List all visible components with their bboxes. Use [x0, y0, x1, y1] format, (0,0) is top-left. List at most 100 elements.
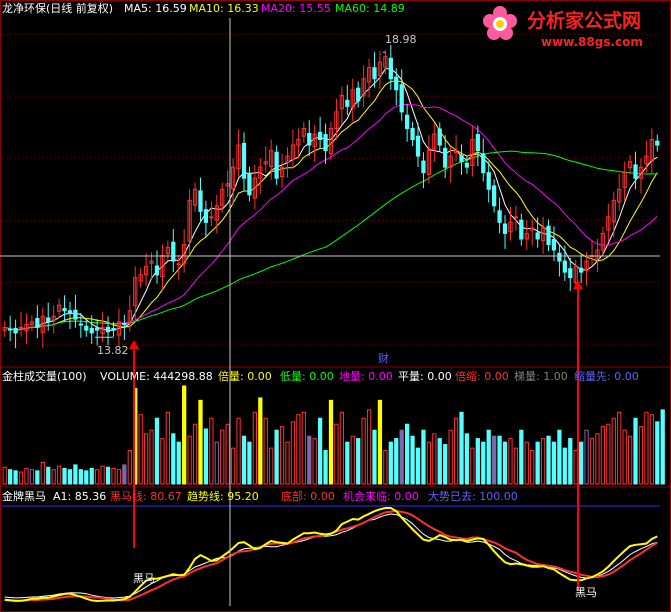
volume-bar [165, 411, 170, 485]
candle-body [307, 132, 312, 146]
volume-bar [513, 447, 519, 485]
candle-body [274, 151, 279, 179]
ladder-volume-label: 梯量: 1.00 [514, 370, 568, 383]
ma5-label: MA5: 16.59 [124, 2, 187, 15]
candle-body [497, 210, 502, 223]
candle-body [122, 322, 127, 326]
volume-bar [225, 423, 230, 485]
candle-body [73, 309, 78, 320]
volume-bar [290, 421, 296, 485]
candle-body [492, 185, 497, 207]
volume-bar [606, 423, 611, 485]
volume-bar [203, 428, 209, 485]
flat-volume-label: 平量: 0.00 [398, 370, 452, 383]
candle-body [394, 76, 399, 91]
candle-body [46, 317, 51, 323]
candlestick-series [2, 45, 660, 349]
volume-bar [443, 444, 448, 485]
volume-bar [627, 435, 633, 485]
volume-bar [100, 465, 105, 485]
ma60-line [4, 150, 658, 331]
candle-body [209, 216, 214, 219]
candle-body [372, 67, 377, 80]
volume-bar [535, 441, 540, 485]
volume-bar [350, 435, 355, 485]
opportunity-label: 机会来临: 0.00 [343, 489, 419, 503]
volume-bar [562, 447, 567, 485]
candle-body [535, 232, 540, 240]
volume-bar [209, 417, 214, 485]
volume-bar [220, 429, 225, 485]
volume-bar [568, 438, 573, 485]
volume-bar [95, 469, 100, 485]
volume-bar [84, 470, 89, 485]
candle-body [345, 99, 350, 107]
a1-label: A1: 85.36 [53, 490, 106, 503]
volume-bar [426, 441, 432, 485]
stock-chart[interactable]: 龙净环保(日线 前复权) MA5: 16.59 MA10: 16.33 MA20… [0, 0, 671, 612]
volume-bar [497, 435, 502, 485]
trend-line-label: 趋势线: 95.20 [187, 489, 259, 503]
volume-bar [116, 469, 122, 485]
candle-body [421, 160, 426, 174]
ma5-line [4, 68, 658, 331]
volume-bar [557, 429, 562, 485]
volume-bar [111, 467, 116, 485]
shrink-first-label: 缩量先: 0.00 [574, 370, 639, 383]
volume-bar [89, 467, 94, 485]
ground-volume-label: 地量: 0.00 [339, 370, 393, 383]
volume-bar [655, 421, 660, 485]
candle-body [399, 84, 404, 113]
volume-bar [481, 441, 486, 485]
volume-bar [127, 450, 132, 485]
candle-body [562, 260, 567, 273]
volume-bar [247, 441, 252, 485]
candle-body [475, 134, 480, 152]
candle-body [78, 323, 83, 326]
volume-bar [377, 399, 383, 485]
volume-bar [551, 441, 557, 485]
flower-icon [483, 6, 517, 40]
candle-body [356, 87, 361, 102]
volume-bar [18, 471, 24, 485]
candle-body [154, 265, 160, 276]
candle-body [203, 209, 209, 223]
volume-bar [470, 447, 475, 485]
volume-bar [540, 438, 546, 485]
volume-bar [345, 441, 350, 485]
volume-bar [453, 417, 459, 485]
candle-body [557, 252, 562, 262]
double-shrink-label: 倍缩: 0.00 [455, 369, 509, 383]
volume-bar [660, 409, 665, 485]
volume-bar [339, 411, 345, 485]
volume-bar [252, 411, 257, 485]
volume-bar [644, 411, 649, 485]
volume-bar [154, 417, 160, 485]
candle-body [62, 308, 67, 312]
volume-bar [269, 447, 274, 485]
moving-average-lines [4, 68, 658, 331]
volume-bar [530, 450, 535, 485]
volume-bar [437, 438, 442, 485]
candle-body [35, 317, 40, 328]
volume-bar [73, 464, 78, 485]
volume-bar [410, 435, 415, 485]
candle-body [241, 142, 247, 179]
ma10-line [4, 80, 658, 331]
volume-bar [649, 414, 654, 485]
candle-body [443, 147, 448, 168]
candle-body [502, 223, 508, 234]
volume-bar [301, 411, 306, 485]
volume-bar [508, 438, 513, 485]
volume-bar [573, 450, 578, 485]
candle-body [579, 267, 584, 273]
volume-bar [236, 417, 241, 485]
volume-bar [13, 470, 18, 485]
volume-bar [334, 423, 339, 485]
candle-body [105, 326, 111, 333]
candle-body [8, 328, 13, 331]
candle-body [388, 57, 393, 80]
indicator-header: 金牌黑马 A1: 85.36 黑马线: 80.67 趋势线: 95.20 底部:… [2, 489, 518, 503]
volume-bar [258, 397, 263, 485]
candle-body [171, 241, 176, 262]
